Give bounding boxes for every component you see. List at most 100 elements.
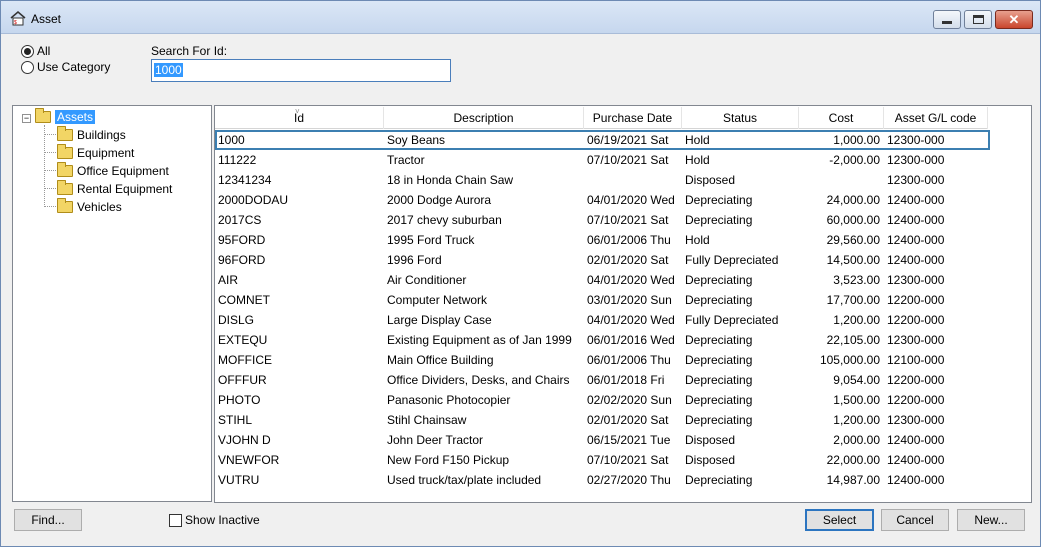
cell-id: 96FORD bbox=[218, 253, 266, 267]
use-category-radio-option[interactable]: Use Category bbox=[21, 60, 110, 74]
cell-purchase-date: 06/15/2021 Tue bbox=[587, 433, 671, 447]
cell-description: Used truck/tax/plate included bbox=[387, 473, 542, 487]
table-row[interactable]: 2017CS 2017 chevy suburban 07/10/2021 Sat D… bbox=[215, 210, 988, 230]
cell-status: Hold bbox=[685, 153, 710, 167]
cell-status: Depreciating bbox=[685, 293, 753, 307]
column-header-description[interactable]: Description bbox=[384, 107, 584, 129]
minimize-button[interactable] bbox=[933, 10, 961, 29]
cell-status: Depreciating bbox=[685, 473, 753, 487]
select-button[interactable]: Select bbox=[805, 509, 874, 531]
table-row[interactable]: AIR Air Conditioner 04/01/2020 Wed Deprecia… bbox=[215, 270, 988, 290]
column-header-gl-code[interactable]: Asset G/L code bbox=[884, 107, 988, 129]
table-row[interactable]: VUTRU Used truck/tax/plate included 02/27/… bbox=[215, 470, 988, 490]
tree-item-assets[interactable]: Assets bbox=[35, 108, 96, 125]
category-tree[interactable]: − Assets Buildings Equipment Office Equi… bbox=[12, 105, 212, 502]
tree-connector bbox=[44, 125, 45, 207]
cell-purchase-date: 06/01/2006 Thu bbox=[587, 353, 671, 367]
cell-gl-code: 12100-000 bbox=[887, 353, 945, 367]
column-header-status[interactable]: Status bbox=[682, 107, 799, 129]
cell-description: Panasonic Photocopier bbox=[387, 393, 511, 407]
cell-id: 95FORD bbox=[218, 233, 266, 247]
table-row[interactable]: MOFFICE Main Office Building 06/01/2006 Th… bbox=[215, 350, 988, 370]
folder-icon bbox=[57, 126, 73, 141]
cell-gl-code: 12400-000 bbox=[887, 213, 945, 227]
table-row[interactable]: 2000DODAU 2000 Dodge Aurora 04/01/2020 Wed… bbox=[215, 190, 988, 210]
title-bar[interactable]: $ Asset ✕ bbox=[1, 1, 1040, 34]
new-button[interactable]: New... bbox=[957, 509, 1025, 531]
table-row[interactable]: VJOHN D John Deer Tractor 06/15/2021 Tue Di… bbox=[215, 430, 988, 450]
cell-description: 2017 chevy suburban bbox=[387, 213, 502, 227]
find-button[interactable]: Find... bbox=[14, 509, 82, 531]
cell-id: OFFFUR bbox=[218, 373, 267, 387]
cell-cost: 22,105.00 bbox=[826, 333, 880, 347]
minimize-icon bbox=[942, 21, 952, 24]
cell-purchase-date: 04/01/2020 Wed bbox=[587, 273, 675, 287]
cell-gl-code: 12300-000 bbox=[887, 173, 945, 187]
cell-description: Soy Beans bbox=[387, 133, 446, 147]
table-row[interactable]: COMNET Computer Network 03/01/2020 Sun Depr… bbox=[215, 290, 988, 310]
cell-cost: 9,054.00 bbox=[833, 373, 880, 387]
use-category-radio[interactable] bbox=[21, 60, 34, 74]
cell-gl-code: 12200-000 bbox=[887, 313, 945, 327]
column-header-cost[interactable]: Cost bbox=[799, 107, 884, 129]
cancel-button[interactable]: Cancel bbox=[881, 509, 949, 531]
table-row[interactable]: EXTEQU Existing Equipment as of Jan 1999 0… bbox=[215, 330, 988, 350]
tree-item-rental-equipment[interactable]: Rental Equipment bbox=[57, 180, 172, 197]
cell-purchase-date: 06/01/2018 Fri bbox=[587, 373, 665, 387]
table-row[interactable]: 111222 Tractor 07/10/2021 Sat Hold -2,000.00… bbox=[215, 150, 988, 170]
svg-text:$: $ bbox=[14, 20, 17, 26]
cell-description: Air Conditioner bbox=[387, 273, 467, 287]
cell-cost: 3,523.00 bbox=[833, 273, 880, 287]
cell-gl-code: 12300-000 bbox=[887, 333, 945, 347]
column-header-label: Description bbox=[453, 111, 514, 125]
cell-id: MOFFICE bbox=[218, 353, 272, 367]
cell-cost: 17,700.00 bbox=[826, 293, 880, 307]
all-radio[interactable] bbox=[21, 44, 34, 58]
cell-status: Depreciating bbox=[685, 413, 753, 427]
maximize-button[interactable] bbox=[964, 10, 992, 29]
folder-icon bbox=[57, 198, 73, 213]
table-row[interactable]: 95FORD 1995 Ford Truck 06/01/2006 Thu Hold 2… bbox=[215, 230, 988, 250]
cell-id: VJOHN D bbox=[218, 433, 271, 447]
column-header-purchase-date[interactable]: Purchase Date bbox=[584, 107, 682, 129]
all-radio-option[interactable]: All bbox=[21, 44, 50, 58]
tree-item-buildings[interactable]: Buildings bbox=[57, 126, 126, 143]
table-row[interactable]: STIHL Stihl Chainsaw 02/01/2020 Sat Depreci… bbox=[215, 410, 988, 430]
tree-item-equipment[interactable]: Equipment bbox=[57, 144, 134, 161]
cell-cost: 14,500.00 bbox=[826, 253, 880, 267]
cell-purchase-date: 02/01/2020 Sat bbox=[587, 413, 669, 427]
table-row[interactable]: OFFFUR Office Dividers, Desks, and Chairs… bbox=[215, 370, 988, 390]
asset-table[interactable]: ˅ Id Description Purchase Date Status Co… bbox=[214, 105, 1032, 503]
cell-status: Disposed bbox=[685, 433, 736, 447]
cell-purchase-date: 02/27/2020 Thu bbox=[587, 473, 671, 487]
column-header-label: Purchase Date bbox=[592, 111, 673, 125]
column-header-id[interactable]: ˅ Id bbox=[215, 107, 384, 129]
sort-icon: ˅ bbox=[295, 107, 300, 116]
close-button[interactable]: ✕ bbox=[995, 10, 1033, 29]
tree-item-label: Assets bbox=[55, 110, 96, 124]
cell-status: Disposed bbox=[685, 453, 736, 467]
tree-item-vehicles[interactable]: Vehicles bbox=[57, 198, 122, 215]
cell-purchase-date: 04/01/2020 Wed bbox=[587, 313, 675, 327]
cell-id: EXTEQU bbox=[218, 333, 268, 347]
table-row[interactable]: PHOTO Panasonic Photocopier 02/02/2020 Sun… bbox=[215, 390, 988, 410]
table-row[interactable]: 96FORD 1996 Ford 02/01/2020 Sat Fully Depre… bbox=[215, 250, 988, 270]
tree-item-office-equipment[interactable]: Office Equipment bbox=[57, 162, 169, 179]
cell-id: COMNET bbox=[218, 293, 270, 307]
cell-cost: 22,000.00 bbox=[826, 453, 880, 467]
table-row[interactable]: VNEWFOR New Ford F150 Pickup 07/10/2021 Sa… bbox=[215, 450, 988, 470]
table-row[interactable]: 1000 Soy Beans 06/19/2021 Sat Hold 1,000.00 1… bbox=[215, 130, 990, 150]
cell-description: Computer Network bbox=[387, 293, 488, 307]
folder-icon bbox=[57, 162, 73, 177]
show-inactive-checkbox[interactable] bbox=[169, 513, 182, 527]
cell-cost: 105,000.00 bbox=[819, 353, 880, 367]
cell-cost: 1,200.00 bbox=[833, 313, 880, 327]
table-row[interactable]: DISLG Large Display Case 04/01/2020 Wed Ful… bbox=[215, 310, 988, 330]
collapse-icon[interactable]: − bbox=[22, 114, 31, 123]
table-row[interactable]: 12341234 18 in Honda Chain Saw Disposed 123… bbox=[215, 170, 988, 190]
cell-gl-code: 12200-000 bbox=[887, 373, 945, 387]
folder-open-icon bbox=[35, 108, 51, 123]
cell-id: 2000DODAU bbox=[218, 193, 289, 207]
show-inactive-option[interactable]: Show Inactive bbox=[169, 513, 260, 527]
search-input[interactable]: 1000 bbox=[151, 59, 451, 82]
